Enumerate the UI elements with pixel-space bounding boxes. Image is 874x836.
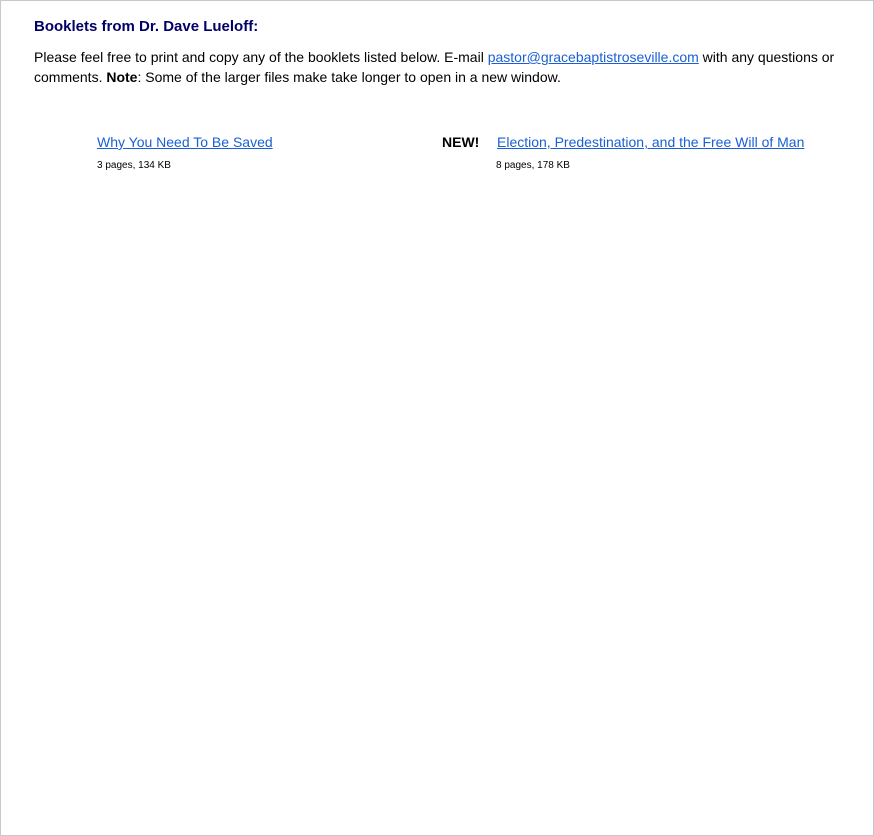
new-badge: NEW! <box>442 134 480 150</box>
email-link[interactable]: pastor@gracebaptistroseville.com <box>488 49 699 65</box>
booklet-meta-election: 8 pages, 178 KB <box>496 160 570 171</box>
note-text: : Some of the larger files make take lon… <box>137 69 561 85</box>
note-label: Note <box>106 69 138 85</box>
intro-text-start: Please feel free to print and copy any o… <box>34 49 488 65</box>
intro-paragraph: Please feel free to print and copy any o… <box>34 47 864 87</box>
booklet-link-election[interactable]: Election, Predestination, and the Free W… <box>497 134 804 150</box>
booklet-meta-why-saved: 3 pages, 134 KB <box>97 160 171 171</box>
page-frame: Booklets from Dr. Dave Lueloff: Please f… <box>0 0 874 836</box>
page-title: Booklets from Dr. Dave Lueloff: <box>34 18 259 35</box>
booklet-link-why-saved[interactable]: Why You Need To Be Saved <box>97 134 273 150</box>
